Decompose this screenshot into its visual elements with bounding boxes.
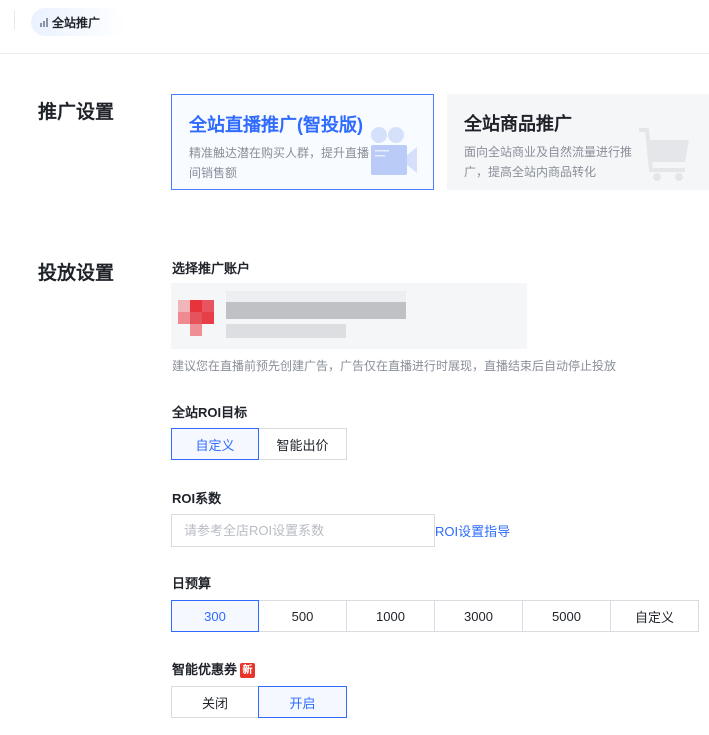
roi-coef-label: ROI系数 xyxy=(172,491,222,506)
coupon-off[interactable]: 关闭 xyxy=(171,686,259,718)
video-camera-icon xyxy=(371,127,417,175)
budget-option-3000[interactable]: 3000 xyxy=(434,600,523,632)
roi-coef-input[interactable] xyxy=(171,514,435,547)
tab-label: 全站推广 xyxy=(52,15,101,30)
budget-option-5000[interactable]: 5000 xyxy=(522,600,611,632)
tab-full-site-promotion[interactable]: 全站推广 xyxy=(31,8,127,36)
roi-goal-label: 全站ROI目标 xyxy=(172,405,248,420)
roi-goal-segment: 自定义 智能出价 xyxy=(171,428,347,460)
account-name-blurred xyxy=(226,291,406,319)
section-title-delivery: 投放设置 xyxy=(38,263,115,284)
promo-card-live[interactable]: 全站直播推广(智投版) 精准触达潜在购买人群，提升直播间销售额 xyxy=(171,94,434,190)
chart-bars-icon xyxy=(40,17,48,27)
coupon-label-text: 智能优惠券 xyxy=(172,662,238,677)
card-desc: 面向全站商业及自然流量进行推广，提高全站内商品转化 xyxy=(464,145,633,179)
account-selector[interactable] xyxy=(171,283,527,349)
budget-option-1000[interactable]: 1000 xyxy=(346,600,435,632)
budget-option-500[interactable]: 500 xyxy=(258,600,347,632)
roi-goal-custom[interactable]: 自定义 xyxy=(171,428,259,460)
budget-option-300[interactable]: 300 xyxy=(171,600,259,632)
budget-option-custom[interactable]: 自定义 xyxy=(610,600,699,632)
shopping-cart-icon xyxy=(639,128,689,181)
new-badge: 新 xyxy=(240,663,256,678)
section-title-promo: 推广设置 xyxy=(38,102,115,123)
coupon-segment: 关闭 开启 xyxy=(171,686,347,718)
account-id-blurred xyxy=(226,324,346,338)
roi-guide-link[interactable]: ROI设置指导 xyxy=(435,521,510,540)
coupon-on[interactable]: 开启 xyxy=(258,686,347,718)
top-header: 全站推广 xyxy=(0,0,709,54)
roi-goal-smart-bid[interactable]: 智能出价 xyxy=(258,428,347,460)
divider xyxy=(14,10,15,30)
budget-label: 日预算 xyxy=(172,576,212,591)
budget-segment: 300 500 1000 3000 5000 自定义 xyxy=(171,600,699,632)
card-desc: 精准触达潜在购买人群，提升直播间销售额 xyxy=(189,146,370,180)
account-hint: 建议您在直播前预先创建广告，广告仅在直播进行时展现，直播结束后自动停止投放 xyxy=(172,359,617,373)
coupon-label: 智能优惠券新 xyxy=(172,659,256,678)
promo-card-product[interactable]: 全站商品推广 面向全站商业及自然流量进行推广，提高全站内商品转化 xyxy=(447,94,709,190)
account-label: 选择推广账户 xyxy=(172,261,251,276)
